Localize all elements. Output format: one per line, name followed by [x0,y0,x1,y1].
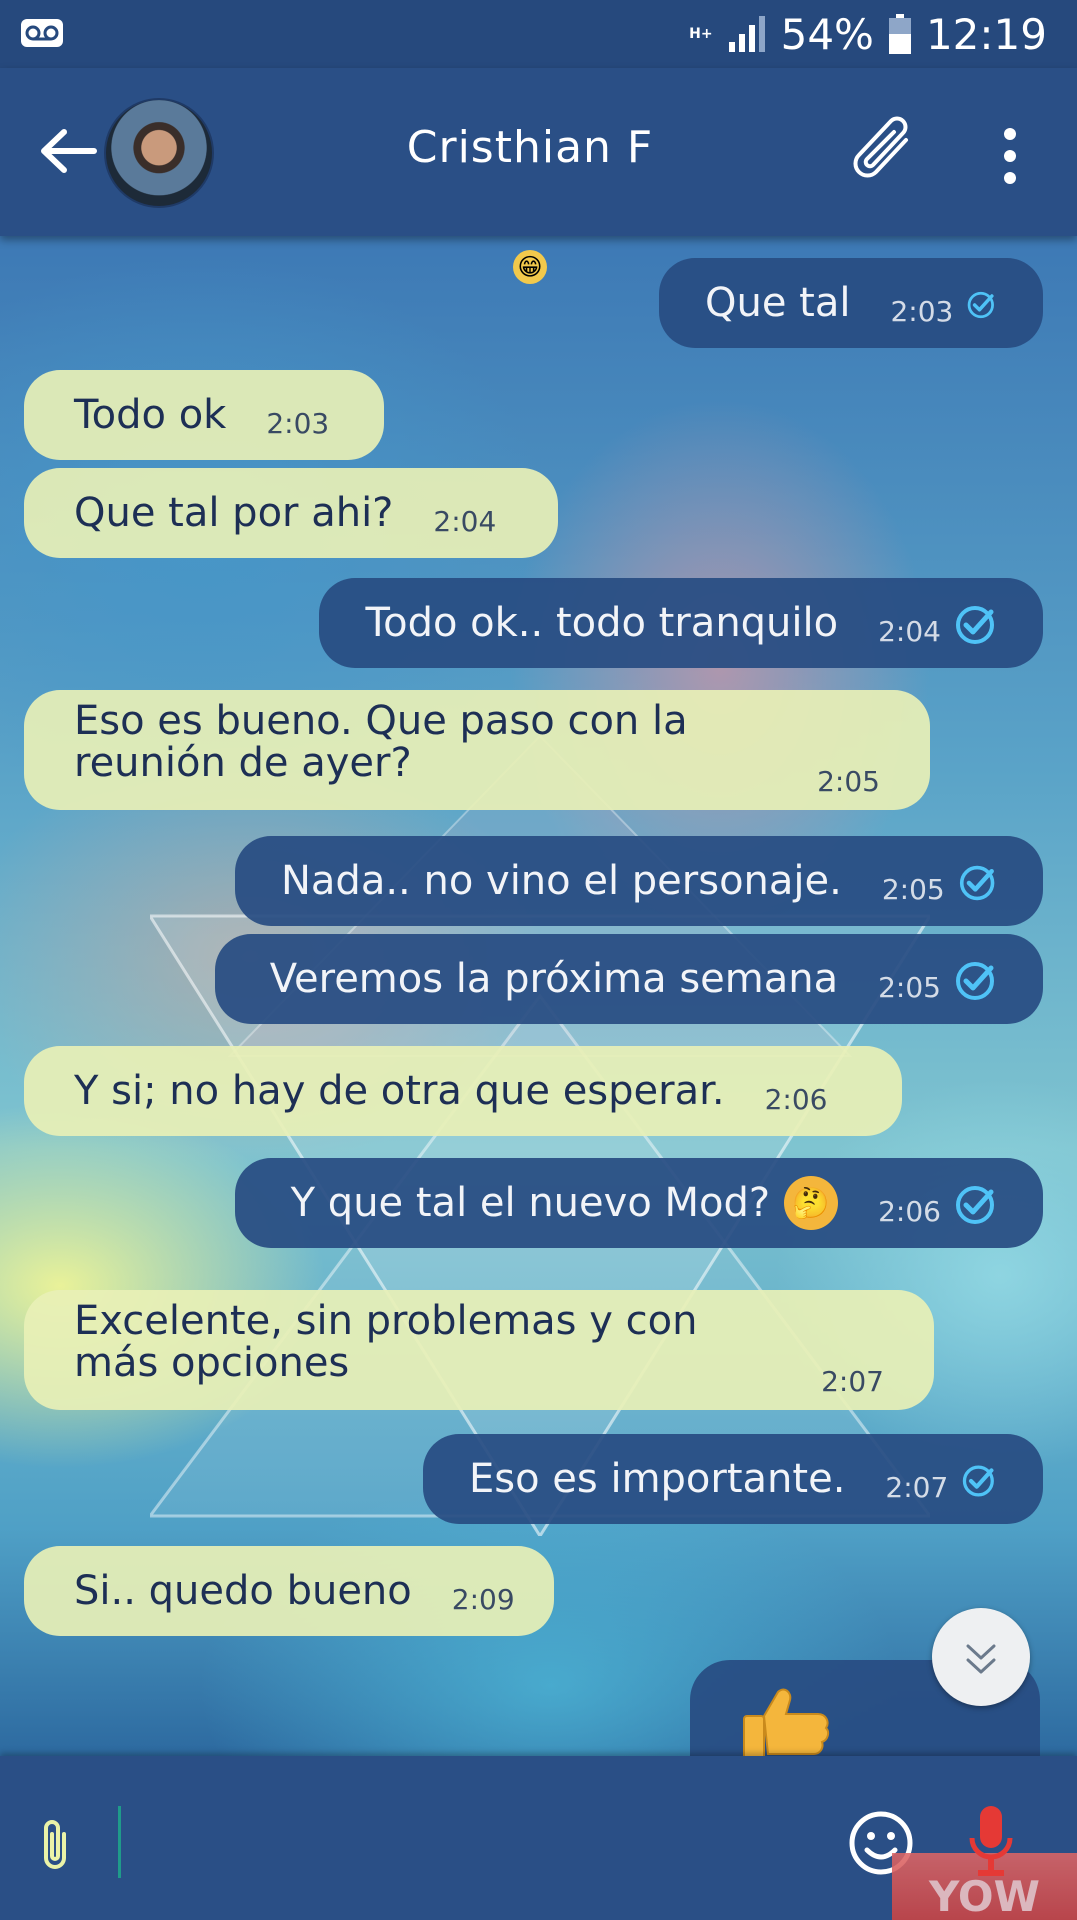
message-text: Y si; no hay de otra que esperar. [74,1068,725,1114]
message-text: Excelente, sin problemas y con más opcio… [74,1298,698,1386]
signal-icon [728,16,765,52]
message-text: Todo ok.. todo tranquilo [365,600,839,646]
message-text: Que tal [705,280,851,326]
read-check-icon [956,962,994,1000]
network-icon: H+ [689,26,713,42]
back-arrow-icon[interactable] [38,126,98,176]
more-vertical-icon[interactable] [994,126,1026,186]
status-bar: H+ 54% 12:19 [0,0,1077,68]
message-text: Todo ok [74,392,227,438]
message-bubble-outgoing[interactable]: Veremos la próxima semana 2:05 [215,934,1043,1024]
read-check-icon [959,865,995,901]
microphone-icon[interactable] [966,1804,1016,1882]
message-time: 2:06 [764,1082,828,1116]
message-bubble-incoming[interactable]: Excelente, sin problemas y con más opcio… [24,1290,934,1410]
message-bubble-incoming[interactable]: Todo ok 2:03 [24,370,384,460]
message-text: Nada.. no vino el personaje. [281,858,842,904]
read-check-icon [963,1465,995,1497]
message-time: 2:05 [878,970,941,1004]
message-text: Si.. quedo bueno [74,1568,412,1614]
message-time: 2:03 [890,294,954,328]
message-bubble-outgoing[interactable]: Todo ok.. todo tranquilo 2:04 [319,578,1043,668]
message-time: 2:04 [433,504,497,538]
chat-header: Cristhian F [0,68,1077,236]
battery-icon [888,14,911,54]
status-time: 12:19 [925,9,1047,59]
double-chevron-down-icon [966,1644,996,1674]
message-input[interactable] [130,1806,814,1880]
message-time: 2:03 [266,406,330,440]
avatar[interactable] [104,98,214,208]
text-cursor [118,1806,121,1878]
grinning-face-icon: 😁 [513,250,547,284]
message-bubble-incoming[interactable]: Eso es bueno. Que paso con la reunión de… [24,690,930,810]
contact-name[interactable]: Cristhian F [380,122,680,173]
message-bubble-outgoing[interactable]: Y que tal el nuevo Mod? 🤔 2:06 [235,1158,1043,1248]
message-bubble-outgoing[interactable]: Nada.. no vino el personaje. 2:05 [235,836,1043,926]
message-bubble-outgoing[interactable]: Eso es importante. 2:07 [423,1434,1043,1524]
paperclip-icon[interactable] [36,1816,76,1872]
scroll-down-button[interactable] [932,1608,1030,1706]
message-time: 2:09 [451,1582,515,1616]
message-bubble-outgoing[interactable]: Que tal 2:03 [659,258,1043,348]
message-text: Veremos la próxima semana [269,956,839,1002]
paperclip-icon[interactable] [848,110,920,194]
message-text: Que tal por ahi? [74,490,394,536]
message-time: 2:05 [881,872,945,906]
message-time: 2:05 [817,765,880,798]
read-check-icon [956,1186,994,1224]
message-time: 2:04 [878,614,941,648]
message-text: Eso es importante. [469,1456,846,1502]
battery-percent: 54% [780,9,874,59]
message-time: 2:07 [821,1365,884,1398]
voicemail-icon [21,19,63,47]
thumbs-up-icon [743,1688,830,1760]
message-bubble-incoming[interactable]: Y si; no hay de otra que esperar. 2:06 [24,1046,902,1136]
message-bubble-incoming[interactable]: Que tal por ahi? 2:04 [24,468,558,558]
message-time: 2:07 [885,1470,949,1504]
message-text: Eso es bueno. Que paso con la reunión de… [74,698,688,786]
read-check-icon [968,291,995,319]
thinking-face-icon: 🤔 [784,1176,839,1230]
message-time: 2:06 [878,1194,941,1228]
read-check-icon [956,606,994,644]
message-text: Y que tal el nuevo Mod? [290,1180,771,1226]
message-bubble-incoming[interactable]: Si.. quedo bueno 2:09 [24,1546,554,1636]
